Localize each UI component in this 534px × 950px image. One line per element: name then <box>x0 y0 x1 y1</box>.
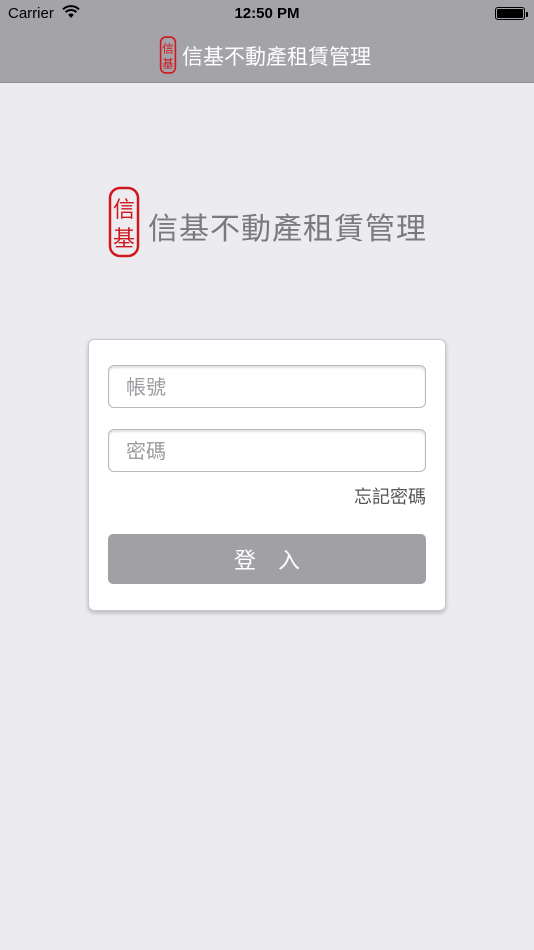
navigation-bar: 信 基 信基不動產租賃管理 <box>0 28 534 83</box>
seal-char: 信 <box>162 41 174 55</box>
login-button[interactable]: 登 入 <box>108 534 426 584</box>
brand-name: 信基不動產租賃管理 <box>148 212 427 247</box>
seal-char: 基 <box>162 57 174 71</box>
forgot-password-link[interactable]: 忘記密碼 <box>354 483 426 509</box>
clock: 12:50 PM <box>234 5 300 22</box>
seal-logo-icon: 信 基 <box>159 36 177 74</box>
nav-title: 信基不動產租賃管理 <box>182 45 371 69</box>
seal-logo-icon: 信 基 <box>108 186 140 258</box>
account-input[interactable] <box>109 366 425 407</box>
battery-icon <box>495 7 528 20</box>
password-field-container <box>108 429 426 472</box>
account-field-container <box>108 365 426 408</box>
seal-char: 基 <box>113 227 135 252</box>
password-input[interactable] <box>109 430 425 471</box>
seal-char: 信 <box>113 198 135 223</box>
status-bar: Carrier 12:50 PM <box>0 0 534 28</box>
